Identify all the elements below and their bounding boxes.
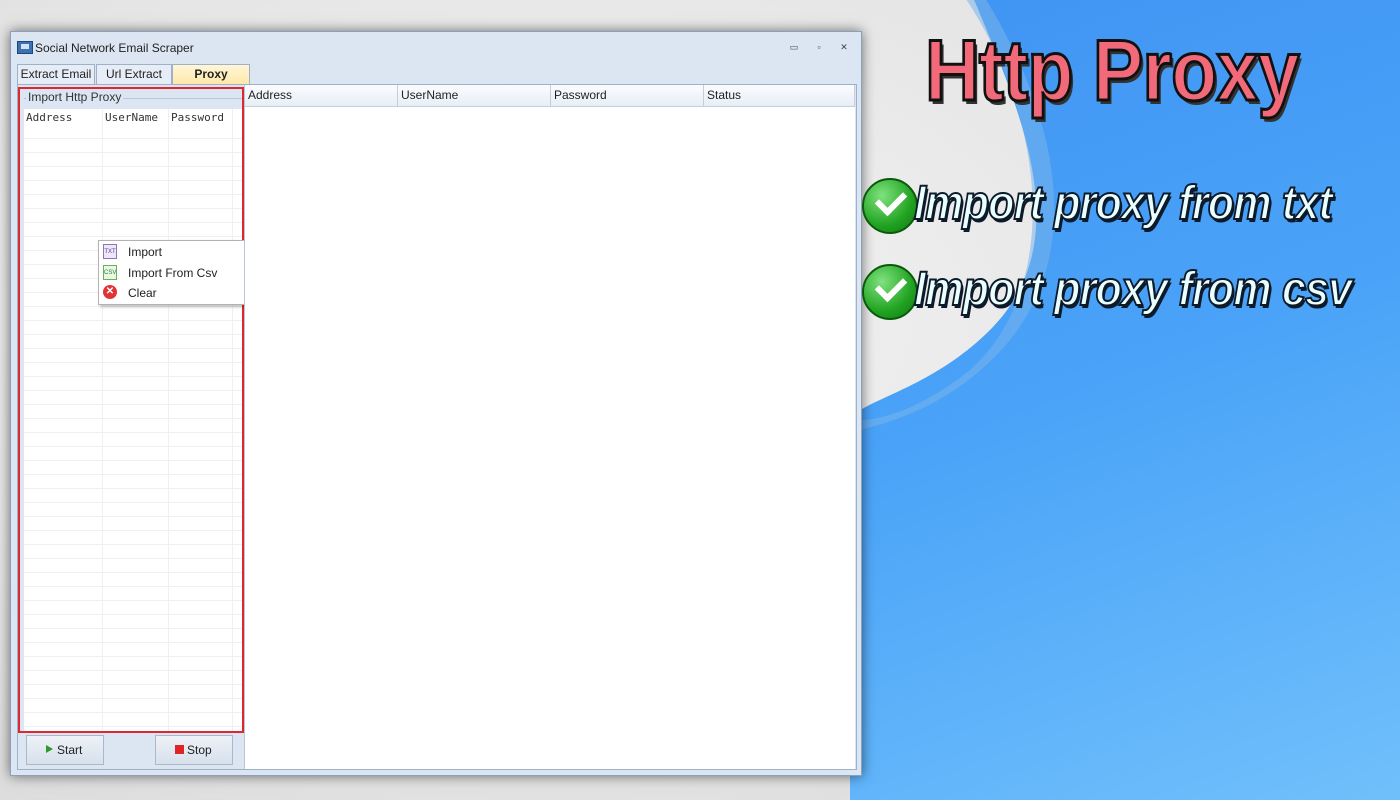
window-title: Social Network Email Scraper <box>35 41 194 55</box>
stop-button[interactable]: Stop <box>155 735 233 765</box>
stop-label: Stop <box>187 743 212 757</box>
proxy-table[interactable]: Address UserName Password Status <box>244 85 855 769</box>
txt-file-icon: TXT <box>103 244 117 259</box>
highlight-box: Import Http Proxy Address UserName Passw… <box>18 87 248 733</box>
check-icon <box>862 264 918 320</box>
context-menu: TXT Import CSV Import From Csv ✕ Clear <box>98 240 248 305</box>
grid-header: Address UserName Password <box>24 109 242 125</box>
minimize-button[interactable]: ▭ <box>787 41 801 53</box>
promo-title: Http Proxy <box>924 22 1301 121</box>
feature-text: Import proxy from txt <box>913 176 1334 231</box>
tab-proxy[interactable]: Proxy <box>172 64 250 84</box>
start-label: Start <box>57 743 83 757</box>
proxy-table-header: Address UserName Password Status <box>245 85 855 107</box>
menu-item-label: Import From Csv <box>128 266 218 280</box>
column-address[interactable]: Address <box>245 85 398 106</box>
app-monitor-icon <box>17 41 33 54</box>
clear-icon: ✕ <box>103 285 117 299</box>
start-button[interactable]: Start <box>26 735 104 765</box>
feature-text: Import proxy from csv <box>913 262 1353 317</box>
grid-header-address[interactable]: Address <box>26 111 72 124</box>
grid-header-password[interactable]: Password <box>171 111 224 124</box>
grid-header-username[interactable]: UserName <box>105 111 158 124</box>
stop-icon <box>175 745 184 754</box>
tab-url-extract[interactable]: Url Extract <box>96 64 172 84</box>
import-proxy-grid[interactable]: Address UserName Password <box>24 109 242 731</box>
csv-file-icon: CSV <box>103 265 117 280</box>
menu-item-label: Import <box>128 245 163 259</box>
group-label: Import Http Proxy <box>26 90 124 104</box>
check-icon <box>862 178 918 234</box>
menu-item-label: Clear <box>128 286 157 300</box>
play-icon <box>46 745 53 753</box>
column-username[interactable]: UserName <box>398 85 551 106</box>
tab-extract-email[interactable]: Extract Email <box>17 64 95 84</box>
column-status[interactable]: Status <box>704 85 855 106</box>
restore-button[interactable]: ▫ <box>812 41 826 53</box>
column-password[interactable]: Password <box>551 85 704 106</box>
import-proxy-pane: Import Http Proxy Address UserName Passw… <box>18 85 248 769</box>
app-window: Social Network Email Scraper ▭ ▫ ✕ Extra… <box>10 31 862 776</box>
menu-item-clear[interactable]: ✕ Clear <box>99 283 247 303</box>
proxy-tab-content: Import Http Proxy Address UserName Passw… <box>17 84 857 770</box>
menu-item-import[interactable]: TXT Import <box>99 242 247 262</box>
close-button[interactable]: ✕ <box>837 41 851 53</box>
title-bar: Social Network Email Scraper ▭ ▫ ✕ <box>11 32 861 62</box>
menu-item-import-from-csv[interactable]: CSV Import From Csv <box>99 263 247 283</box>
grid-rows <box>24 125 242 731</box>
